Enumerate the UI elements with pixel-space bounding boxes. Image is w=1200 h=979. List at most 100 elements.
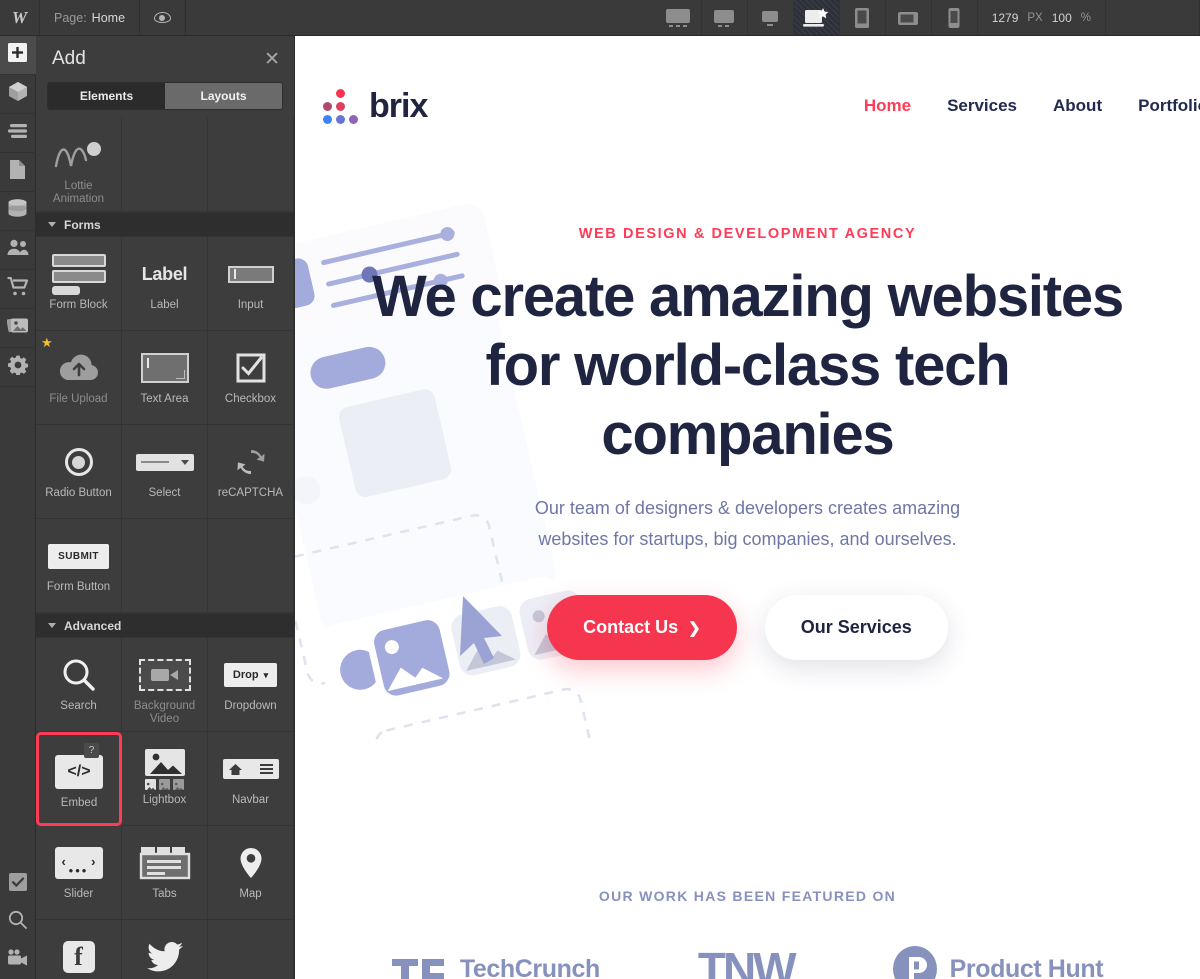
breakpoint-mobile-portrait[interactable] (932, 0, 978, 35)
ecommerce-button[interactable] (0, 270, 36, 308)
site-nav-links: Home Services About Portfolio (864, 96, 1200, 116)
breakpoint-mobile-landscape[interactable] (886, 0, 932, 35)
element-grid-row: SUBMIT Form Button (36, 519, 294, 613)
element-label: Tabs (152, 888, 177, 900)
nav-link-portfolio[interactable]: Portfolio (1138, 96, 1200, 116)
breakpoint-desktop-m[interactable] (748, 0, 794, 35)
add-elements-button[interactable] (0, 36, 36, 74)
product-hunt-logo: Product Hunt (892, 946, 1104, 979)
element-grid-row: ‹ › ••• Slider Tabs Map (36, 826, 294, 920)
chevron-down-icon (48, 222, 56, 227)
tab-elements[interactable]: Elements (48, 83, 165, 109)
element-facebook[interactable]: f (36, 920, 122, 979)
navigator-button[interactable] (0, 75, 36, 113)
facebook-icon: f (62, 936, 95, 978)
element-file-upload[interactable]: ★ File Upload (36, 331, 122, 425)
element-navbar[interactable]: Navbar (208, 732, 294, 826)
help-badge-icon[interactable]: ? (84, 743, 99, 758)
nav-link-services[interactable]: Services (947, 96, 1017, 116)
element-checkbox[interactable]: Checkbox (208, 331, 294, 425)
canvas-size-and-zoom[interactable]: 1279 PX 100 % (978, 0, 1106, 35)
form-block-icon (51, 253, 106, 295)
element-lightbox[interactable]: Lightbox (122, 732, 208, 826)
nav-link-home[interactable]: Home (864, 96, 911, 116)
style-manager-button[interactable] (0, 114, 36, 152)
element-grid-row: Search Background Video Drop ▾ Dropdown (36, 638, 294, 732)
element-map[interactable]: Map (208, 826, 294, 920)
element-search[interactable]: Search (36, 638, 122, 732)
assets-button[interactable] (0, 309, 36, 347)
element-form-block[interactable]: Form Block (36, 237, 122, 331)
design-canvas[interactable]: brix Home Services About Portfolio WEB D… (295, 36, 1200, 979)
star-icon: ★ (41, 335, 53, 350)
checkbox-icon (236, 347, 266, 389)
contact-us-button[interactable]: Contact Us ❯ (547, 595, 737, 660)
featured-on-section: OUR WORK HAS BEEN FEATURED ON TechCrunch… (295, 888, 1200, 979)
brix-logo[interactable]: brix (323, 87, 428, 126)
close-icon[interactable]: ✕ (264, 50, 280, 69)
element-label: Lightbox (142, 794, 187, 806)
element-slider[interactable]: ‹ › ••• Slider (36, 826, 122, 920)
element-input[interactable]: Input (208, 237, 294, 331)
slider-icon: ‹ › ••• (54, 842, 103, 884)
page-selector[interactable]: Page: Home (40, 0, 141, 35)
featured-on-label: OUR WORK HAS BEEN FEATURED ON (598, 888, 897, 904)
users-button[interactable] (0, 231, 36, 269)
element-grid-row: Form Block Label Label Input (36, 237, 294, 331)
lottie-animation-icon (53, 134, 105, 176)
element-empty-slot (208, 519, 294, 613)
add-panel-scroll-area[interactable]: Lottie Animation Forms Form Block Label … (36, 118, 294, 979)
element-grid-row: Lottie Animation (36, 118, 294, 212)
element-form-button[interactable]: SUBMIT Form Button (36, 519, 122, 613)
search-button[interactable] (0, 903, 36, 941)
element-embed[interactable]: ? </> Embed (36, 732, 122, 826)
breakpoint-base[interactable] (793, 0, 840, 35)
breakpoint-desktop-xl[interactable] (656, 0, 702, 35)
section-header-forms[interactable]: Forms (36, 212, 294, 237)
headline-line-1: We create amazing websites (371, 264, 1124, 329)
hero-section: WEB DESIGN & DEVELOPMENT AGENCY We creat… (295, 226, 1200, 660)
element-empty-slot (122, 118, 208, 212)
breakpoint-tablet[interactable] (840, 0, 886, 35)
element-radio-button[interactable]: Radio Button (36, 425, 122, 519)
element-label-field[interactable]: Label Label (122, 237, 208, 331)
element-text-area[interactable]: Text Area (122, 331, 208, 425)
our-services-button[interactable]: Our Services (764, 595, 948, 660)
element-recaptcha[interactable]: reCAPTCHA (208, 425, 294, 519)
add-panel-tabs: Elements Layouts (47, 82, 283, 110)
gear-icon (7, 355, 28, 380)
preview-toggle-button[interactable] (140, 0, 187, 35)
product-hunt-text: Product Hunt (949, 954, 1104, 979)
element-lottie-animation[interactable]: Lottie Animation (36, 118, 122, 212)
element-background-video[interactable]: Background Video (122, 638, 208, 732)
cms-button[interactable] (0, 192, 36, 230)
audit-button[interactable] (0, 865, 36, 903)
techcrunch-text: TechCrunch (459, 954, 600, 979)
webflow-logo-icon[interactable]: W (0, 0, 40, 35)
database-icon (7, 199, 28, 223)
tab-layouts[interactable]: Layouts (165, 83, 282, 109)
tabs-icon (139, 842, 191, 884)
section-header-advanced[interactable]: Advanced (36, 613, 294, 638)
nav-link-about[interactable]: About (1053, 96, 1102, 116)
element-select[interactable]: Select (122, 425, 208, 519)
select-icon (135, 441, 194, 483)
element-grid-row: ★ File Upload Text Area Checkbox (36, 331, 294, 425)
page-icon (9, 159, 26, 185)
breakpoint-desktop-l[interactable] (702, 0, 748, 35)
element-tabs[interactable]: Tabs (122, 826, 208, 920)
pages-button[interactable] (0, 153, 36, 191)
element-grid-row: f (36, 920, 294, 979)
element-twitter[interactable] (122, 920, 208, 979)
section-label: Forms (64, 217, 101, 232)
settings-button[interactable] (0, 348, 36, 386)
background-video-icon (138, 654, 191, 696)
plus-icon (8, 43, 27, 67)
element-grid-row: Radio Button Select reCAPTCHA (36, 425, 294, 519)
cart-icon (7, 276, 29, 301)
toolbar-end-spacer (1106, 0, 1200, 35)
element-dropdown[interactable]: Drop ▾ Dropdown (208, 638, 294, 732)
video-tutorials-button[interactable] (0, 941, 36, 979)
element-empty-slot (208, 118, 294, 212)
